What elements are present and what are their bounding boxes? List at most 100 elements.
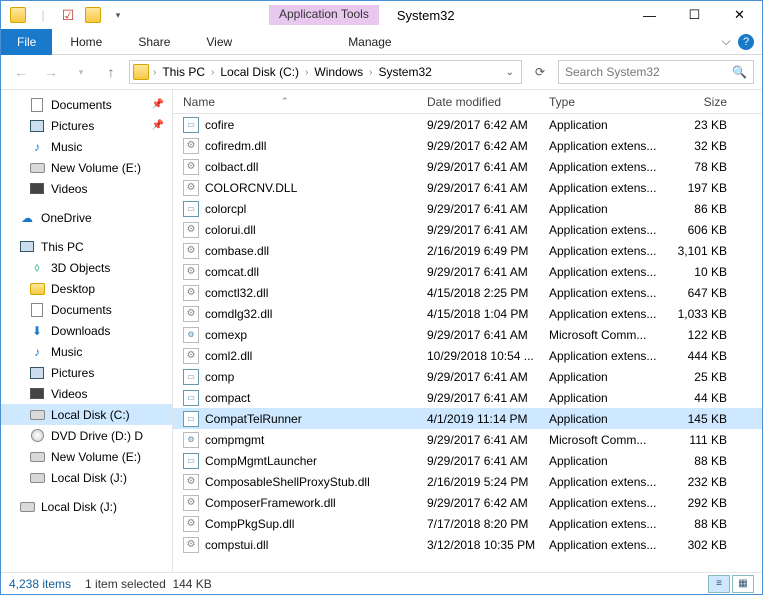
- file-name: coml2.dll: [205, 349, 252, 363]
- column-type[interactable]: Type: [549, 95, 667, 109]
- search-box[interactable]: Search System32 🔍: [558, 60, 754, 84]
- file-name: combase.dll: [205, 244, 269, 258]
- tree-item[interactable]: Pictures📌: [1, 115, 172, 136]
- tree-item[interactable]: Documents: [1, 299, 172, 320]
- file-row[interactable]: ⚙combase.dll 2/16/2019 6:49 PM Applicati…: [173, 240, 762, 261]
- home-tab[interactable]: Home: [52, 31, 120, 53]
- tree-item[interactable]: DVD Drive (D:) D: [1, 425, 172, 446]
- file-type: Application extens...: [549, 181, 667, 195]
- tree-item[interactable]: Local Disk (J:): [1, 467, 172, 488]
- tree-item[interactable]: Documents📌: [1, 94, 172, 115]
- file-row[interactable]: ⚙comcat.dll 9/29/2017 6:41 AM Applicatio…: [173, 261, 762, 282]
- recent-dropdown[interactable]: ▾: [69, 60, 93, 84]
- file-type: Application extens...: [549, 307, 667, 321]
- forward-button[interactable]: →: [39, 60, 63, 84]
- view-tab[interactable]: View: [188, 31, 250, 53]
- file-size: 302 KB: [667, 538, 727, 552]
- file-size: 3,101 KB: [667, 244, 727, 258]
- qat-new-folder-button[interactable]: [82, 4, 104, 26]
- breadcrumb[interactable]: This PC: [158, 65, 209, 79]
- file-row[interactable]: ⚙coml2.dll 10/29/2018 10:54 ... Applicat…: [173, 345, 762, 366]
- tree-item[interactable]: Desktop: [1, 278, 172, 299]
- file-row[interactable]: ⚙colbact.dll 9/29/2017 6:41 AM Applicati…: [173, 156, 762, 177]
- file-rows[interactable]: ▭cofire 9/29/2017 6:42 AM Application 23…: [173, 114, 762, 572]
- tree-item[interactable]: New Volume (E:): [1, 446, 172, 467]
- chevron-right-icon[interactable]: ›: [305, 67, 308, 78]
- file-list-panel: Name⌃ Date modified Type Size ▭cofire 9/…: [173, 90, 762, 572]
- tree-item[interactable]: Local Disk (C:): [1, 404, 172, 425]
- dll-icon: ⚙: [183, 243, 199, 259]
- qat-folder-icon[interactable]: [7, 4, 29, 26]
- file-row[interactable]: ⚙CompPkgSup.dll 7/17/2018 8:20 PM Applic…: [173, 513, 762, 534]
- back-button[interactable]: ←: [9, 60, 33, 84]
- tree-onedrive[interactable]: ☁OneDrive: [1, 207, 172, 228]
- file-row[interactable]: ▭CompatTelRunner 4/1/2019 11:14 PM Appli…: [173, 408, 762, 429]
- details-view-button[interactable]: ≡: [708, 575, 730, 593]
- file-row[interactable]: ⚙ComposerFramework.dll 9/29/2017 6:42 AM…: [173, 492, 762, 513]
- tree-item[interactable]: ♪Music: [1, 136, 172, 157]
- file-row[interactable]: ⚙comctl32.dll 4/15/2018 2:25 PM Applicat…: [173, 282, 762, 303]
- file-row[interactable]: ▭comp 9/29/2017 6:41 AM Application 25 K…: [173, 366, 762, 387]
- tree-item[interactable]: New Volume (E:): [1, 157, 172, 178]
- column-name[interactable]: Name⌃: [173, 95, 427, 109]
- dll-icon: ⚙: [183, 474, 199, 490]
- close-button[interactable]: ✕: [717, 1, 762, 29]
- file-date: 9/29/2017 6:41 AM: [427, 223, 549, 237]
- app-icon: ▭: [183, 390, 199, 406]
- qat-properties-button[interactable]: ☑: [57, 4, 79, 26]
- help-icon[interactable]: ?: [738, 34, 754, 50]
- file-row[interactable]: ⚙comexp 9/29/2017 6:41 AM Microsoft Comm…: [173, 324, 762, 345]
- file-row[interactable]: ⚙cofiredm.dll 9/29/2017 6:42 AM Applicat…: [173, 135, 762, 156]
- file-row[interactable]: ⚙compmgmt 9/29/2017 6:41 AM Microsoft Co…: [173, 429, 762, 450]
- manage-tab[interactable]: Manage: [330, 31, 409, 53]
- up-button[interactable]: ↑: [99, 60, 123, 84]
- dll-icon: ⚙: [183, 159, 199, 175]
- address-bar[interactable]: › This PC › Local Disk (C:) › Windows › …: [129, 60, 522, 84]
- file-row[interactable]: ▭compact 9/29/2017 6:41 AM Application 4…: [173, 387, 762, 408]
- file-type: Microsoft Comm...: [549, 433, 667, 447]
- tree-thispc[interactable]: This PC: [1, 236, 172, 257]
- msc-icon: ⚙: [183, 432, 199, 448]
- address-dropdown-icon[interactable]: ⌄: [502, 67, 518, 78]
- tree-item[interactable]: ♪Music: [1, 341, 172, 362]
- refresh-button[interactable]: ⟳: [528, 65, 552, 79]
- tree-item[interactable]: Pictures: [1, 362, 172, 383]
- file-row[interactable]: ▭CompMgmtLauncher 9/29/2017 6:41 AM Appl…: [173, 450, 762, 471]
- tree-item[interactable]: ⬇Downloads: [1, 320, 172, 341]
- file-row[interactable]: ⚙COLORCNV.DLL 9/29/2017 6:41 AM Applicat…: [173, 177, 762, 198]
- file-row[interactable]: ▭colorcpl 9/29/2017 6:41 AM Application …: [173, 198, 762, 219]
- tree-item[interactable]: Local Disk (J:): [1, 496, 172, 517]
- dll-icon: ⚙: [183, 285, 199, 301]
- file-row[interactable]: ⚙ComposableShellProxyStub.dll 2/16/2019 …: [173, 471, 762, 492]
- file-date: 4/15/2018 2:25 PM: [427, 286, 549, 300]
- column-size[interactable]: Size: [667, 95, 727, 109]
- file-row[interactable]: ⚙comdlg32.dll 4/15/2018 1:04 PM Applicat…: [173, 303, 762, 324]
- file-row[interactable]: ▭cofire 9/29/2017 6:42 AM Application 23…: [173, 114, 762, 135]
- tree-item[interactable]: ⬨3D Objects: [1, 257, 172, 278]
- file-row[interactable]: ⚙compstui.dll 3/12/2018 10:35 PM Applica…: [173, 534, 762, 555]
- share-tab[interactable]: Share: [120, 31, 188, 53]
- breadcrumb[interactable]: Local Disk (C:): [216, 65, 303, 79]
- file-row[interactable]: ⚙colorui.dll 9/29/2017 6:41 AM Applicati…: [173, 219, 762, 240]
- chevron-right-icon[interactable]: ›: [211, 67, 214, 78]
- app-icon: ▭: [183, 117, 199, 133]
- file-date: 9/29/2017 6:41 AM: [427, 202, 549, 216]
- file-tab[interactable]: File: [1, 29, 52, 55]
- breadcrumb[interactable]: System32: [374, 65, 435, 79]
- file-date: 9/29/2017 6:41 AM: [427, 160, 549, 174]
- minimize-button[interactable]: —: [627, 1, 672, 29]
- maximize-button[interactable]: ☐: [672, 1, 717, 29]
- file-size: 122 KB: [667, 328, 727, 342]
- tree-item[interactable]: Videos: [1, 383, 172, 404]
- thumbnails-view-button[interactable]: ▦: [732, 575, 754, 593]
- file-name: compstui.dll: [205, 538, 268, 552]
- breadcrumb[interactable]: Windows: [310, 65, 367, 79]
- file-name: colorui.dll: [205, 223, 256, 237]
- qat-dropdown[interactable]: ▾: [107, 4, 129, 26]
- ribbon-expand-icon[interactable]: ⌵: [714, 34, 738, 49]
- tree-item[interactable]: Videos: [1, 178, 172, 199]
- column-date[interactable]: Date modified: [427, 95, 549, 109]
- file-date: 9/29/2017 6:41 AM: [427, 181, 549, 195]
- chevron-right-icon[interactable]: ›: [369, 67, 372, 78]
- chevron-right-icon[interactable]: ›: [153, 67, 156, 78]
